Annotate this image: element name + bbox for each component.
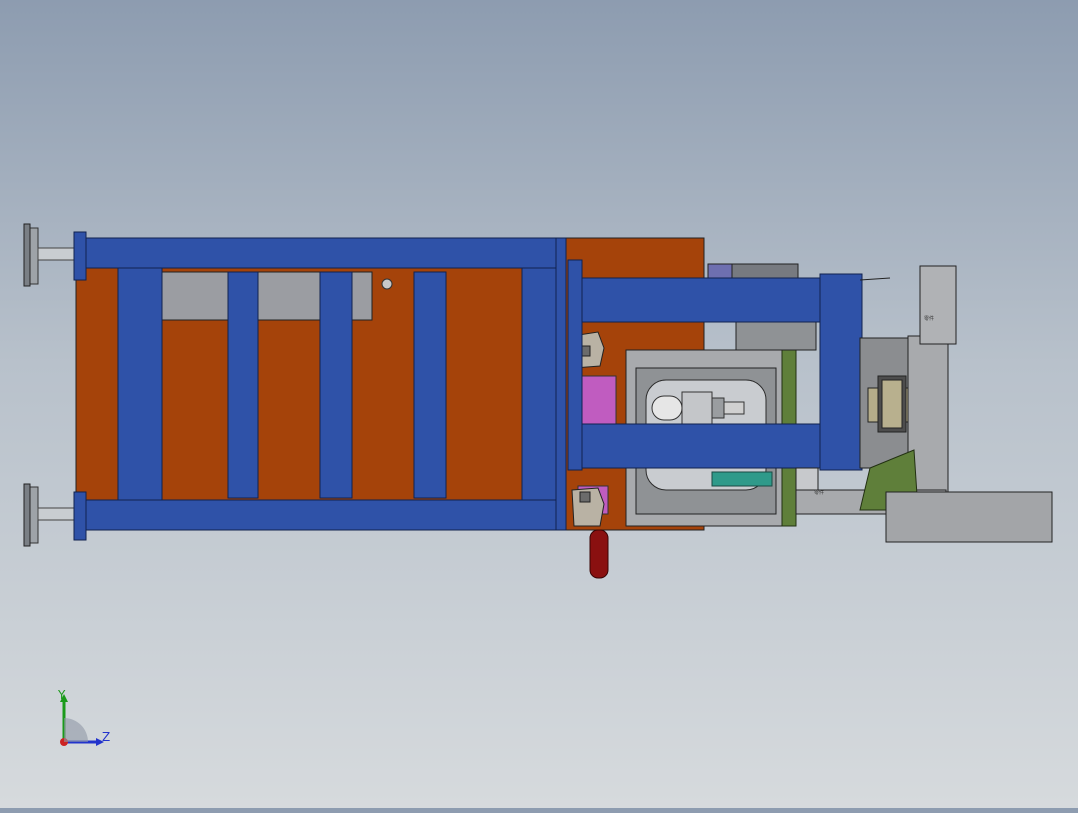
triad-z-label: Z: [102, 730, 111, 744]
cad-model-viewport[interactable]: 零件 零件: [0, 0, 1078, 808]
bolt-head: [381, 278, 393, 290]
top-dark-block: [731, 263, 799, 279]
left-handwheel-top[interactable]: [23, 223, 77, 287]
red-clamp-handle[interactable]: [589, 529, 609, 579]
top-grey-housing: [735, 319, 817, 351]
coordinate-triad: Y Z: [50, 688, 120, 752]
cad-model-drawing: 零件 零件: [23, 223, 1053, 579]
magenta-block: [577, 375, 617, 425]
grey-block-3: [349, 271, 373, 321]
cable: [859, 277, 891, 281]
toggle-clamp-bottom[interactable]: [571, 487, 605, 527]
part-label-b: 零件: [814, 489, 824, 496]
grey-block-1: [161, 271, 231, 321]
triad-y-label: Y: [58, 688, 66, 702]
grey-block-2: [255, 271, 325, 321]
part-label-a: 零件: [924, 315, 934, 322]
left-handwheel-bottom[interactable]: [23, 483, 77, 547]
teal-strip: [711, 471, 773, 487]
top-grey-cap: [707, 263, 735, 279]
